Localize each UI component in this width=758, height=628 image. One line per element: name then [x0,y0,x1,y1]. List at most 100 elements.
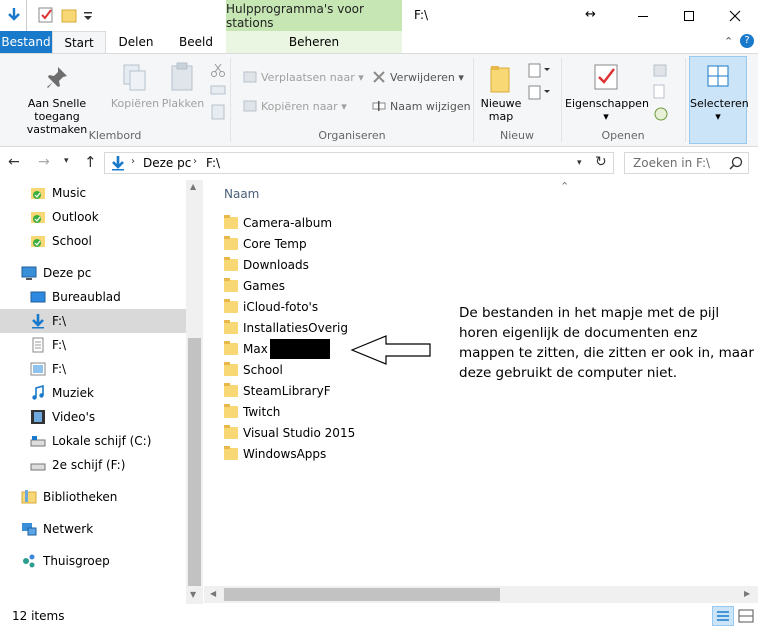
nav-item-documents[interactable]: F:\ [0,333,186,357]
select-button[interactable]: Selecteren ▾ [689,56,749,144]
collapse-ribbon-icon[interactable]: ⌃ [724,35,733,48]
address-dropdown-icon[interactable]: ▾ [577,158,582,168]
move-to-label: Verplaatsen naar [261,71,355,84]
file-name: Max [243,341,268,356]
large-icons-view-icon[interactable] [737,607,755,628]
breadcrumb-separator-icon[interactable]: › [193,156,197,167]
nav-scrollbar[interactable]: ▲ ▼ [186,180,203,606]
forward-icon[interactable]: → [38,154,50,170]
list-item[interactable]: Visual Studio 2015 [224,422,355,443]
cut-icon[interactable] [210,62,226,81]
paste-shortcut-icon[interactable] [210,104,226,123]
properties-quick-icon[interactable] [38,7,54,23]
pin-icon[interactable] [44,64,70,93]
paste-button[interactable]: Plakken [160,97,206,110]
tab-start[interactable]: Start [52,31,106,53]
move-to-button[interactable]: Verplaatsen naar ▾ [261,71,364,84]
folder-icon [224,382,238,397]
properties-button[interactable]: Eigenschappen ▾ [565,97,649,123]
scroll-right-icon[interactable]: ▶ [744,589,750,598]
nav-label: Bibliotheken [43,490,118,504]
folder-sync-icon [30,185,46,201]
delete-label: Verwijderen [390,71,455,84]
copy-to-button[interactable]: Kopiëren naar ▾ [261,100,347,113]
rename-icon [372,99,386,116]
window-menu-icon[interactable] [6,7,22,23]
help-icon[interactable]: ? [740,34,754,48]
nav-item-videos[interactable]: Video's [0,405,186,429]
recent-locations-icon[interactable]: ▾ [64,156,69,166]
horizontal-scrollbar[interactable]: ◀ ▶ [204,586,758,603]
delete-button[interactable]: Verwijderen ▾ [390,71,464,84]
breadcrumb-separator-icon[interactable]: › [131,156,135,167]
network-icon [21,521,37,537]
close-button[interactable] [712,0,758,31]
list-item[interactable]: School [224,359,283,380]
file-name: WindowsApps [243,446,327,461]
clipboard-group-label: Klembord [88,129,142,142]
nav-item-local-disk-c[interactable]: Lokale schijf (C:) [0,429,186,453]
new-item-icon[interactable] [527,62,551,83]
nav-item-school[interactable]: School [0,229,186,253]
column-header-name[interactable]: Naam [224,187,259,201]
nav-item-drive-f[interactable]: 2e schijf (F:) [0,453,186,477]
downloads-address-icon [110,155,126,174]
scroll-up-icon[interactable]: ▲ [190,182,196,191]
nav-item-music[interactable]: Music [0,181,186,205]
list-item[interactable]: Twitch [224,401,280,422]
nav-item-downloads-selected[interactable]: F:\ [0,309,186,333]
nav-item-network[interactable]: Netwerk [0,517,186,541]
nav-item-muziek[interactable]: Muziek [0,381,186,405]
maximize-button[interactable] [666,0,712,31]
search-icon[interactable] [729,156,743,173]
file-name: iCloud-foto's [243,299,319,314]
open-icon[interactable] [652,62,670,81]
nav-label: F:\ [52,338,67,352]
up-icon[interactable]: ↑ [84,153,97,171]
copy-button[interactable]: Kopiëren [110,97,160,110]
list-item[interactable]: Max [224,338,330,359]
customize-toolbar-icon[interactable] [82,7,98,23]
address-bar[interactable]: › Deze pc › F:\ ▾ ↻ [104,152,614,174]
scroll-down-icon[interactable]: ▼ [190,590,196,599]
list-item[interactable]: Games [224,275,285,296]
nav-scroll-thumb[interactable] [188,338,201,586]
tab-file[interactable]: Bestand [0,31,52,53]
nav-item-deze-pc[interactable]: Deze pc [0,261,186,285]
refresh-icon[interactable]: ↻ [595,154,607,170]
new-group-label: Nieuw [499,129,535,142]
list-item[interactable]: InstallatiesOverig [224,317,348,338]
search-input[interactable]: Zoeken in F:\ [624,152,749,174]
edit-icon[interactable] [652,84,670,103]
nav-label: School [52,234,92,248]
nav-item-outlook[interactable]: Outlook [0,205,186,229]
breadcrumb-deze-pc[interactable]: Deze pc [143,156,191,170]
list-item[interactable]: SteamLibraryF [224,380,331,401]
tab-manage[interactable]: Beheren [226,31,402,53]
breadcrumb-drive[interactable]: F:\ [206,156,220,170]
back-icon[interactable]: ← [8,154,20,170]
rename-button[interactable]: Naam wijzigen [390,100,471,113]
new-folder-quick-icon[interactable] [61,7,77,23]
nav-item-libraries[interactable]: Bibliotheken [0,485,186,509]
list-item[interactable]: Core Temp [224,233,307,254]
new-folder-button[interactable]: Nieuwe map [478,97,524,123]
list-item[interactable]: iCloud-foto's [224,296,318,317]
list-item[interactable]: WindowsApps [224,443,326,464]
list-item[interactable]: Camera-album [224,212,332,233]
list-item[interactable]: Downloads [224,254,309,275]
history-icon[interactable] [652,106,670,125]
nav-label: Bureaublad [52,290,121,304]
file-name: SteamLibraryF [243,383,331,398]
nav-item-bureaublad[interactable]: Bureaublad [0,285,186,309]
minimize-button[interactable] [620,0,666,31]
tab-view[interactable]: Beeld [166,31,226,53]
nav-item-homegroup[interactable]: Thuisgroep [0,549,186,573]
horizontal-scroll-thumb[interactable] [224,588,500,601]
nav-item-pictures[interactable]: F:\ [0,357,186,381]
easy-access-icon[interactable] [527,84,551,105]
scroll-left-icon[interactable]: ◀ [210,589,216,598]
copy-path-icon[interactable] [210,84,226,99]
details-view-icon[interactable] [712,606,734,626]
tab-share[interactable]: Delen [106,31,166,53]
